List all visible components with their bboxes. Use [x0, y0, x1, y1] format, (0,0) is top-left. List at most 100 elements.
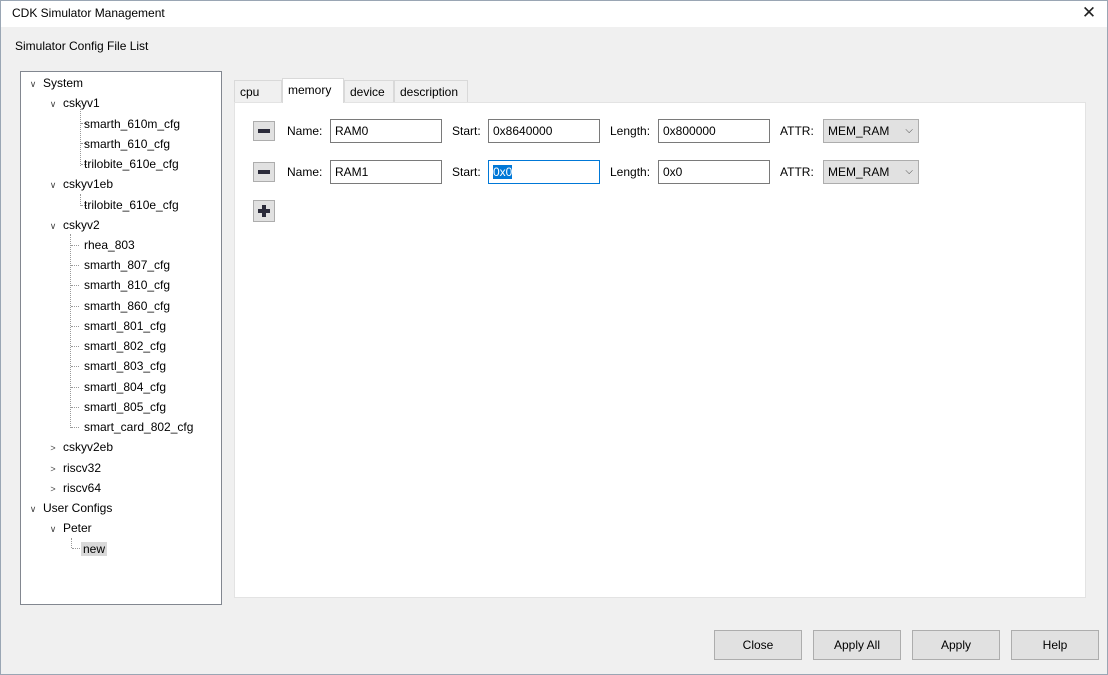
- chevron-down-icon[interactable]: ∨: [47, 176, 59, 194]
- name-label: Name:: [287, 124, 323, 138]
- memory-length-field[interactable]: 0x0: [658, 160, 770, 184]
- name-label: Name:: [287, 165, 323, 179]
- apply-button[interactable]: Apply: [912, 630, 1000, 660]
- memory-attr-value: MEM_RAM: [828, 165, 890, 179]
- tree-connector: [71, 538, 72, 548]
- chevron-down-icon[interactable]: ∨: [27, 500, 39, 518]
- memory-name-field[interactable]: RAM1: [330, 160, 442, 184]
- tree-item-config[interactable]: smarth_810_cfg: [82, 276, 172, 294]
- tree-item-label: cskyv1eb: [63, 177, 114, 191]
- chevron-right-icon[interactable]: >: [47, 460, 59, 478]
- tree-connector: [71, 407, 79, 408]
- tree-item-config[interactable]: smartl_804_cfg: [82, 378, 168, 396]
- length-label: Length:: [610, 165, 651, 179]
- tree-item-config[interactable]: smarth_610m_cfg: [82, 115, 182, 133]
- tree-item-label: smarth_807_cfg: [84, 258, 171, 272]
- tree-item-new[interactable]: new: [81, 540, 108, 558]
- tree-item-label: riscv32: [63, 461, 102, 475]
- tree-item-label: cskyv1: [63, 96, 100, 110]
- tree-connector: [71, 326, 79, 327]
- tree-item-label: smarth_610m_cfg: [84, 117, 181, 131]
- tree-item-label: smarth_610_cfg: [84, 137, 171, 151]
- tree-item-riscv32[interactable]: > riscv32: [47, 459, 103, 477]
- tree-item-config[interactable]: smart_card_802_cfg: [82, 418, 195, 436]
- tree-item-label: trilobite_610e_cfg: [84, 198, 179, 212]
- add-memory-button[interactable]: [253, 200, 275, 222]
- tree-item-cskyv2eb[interactable]: > cskyv2eb: [47, 438, 115, 456]
- chevron-down-icon: ⌵: [905, 125, 913, 136]
- tree-connector: [71, 387, 79, 388]
- close-button[interactable]: Close: [714, 630, 802, 660]
- remove-memory-button[interactable]: [253, 162, 275, 182]
- tree-item-riscv64[interactable]: > riscv64: [47, 479, 103, 497]
- tree-connector: [80, 103, 81, 166]
- memory-start-field[interactable]: 0x8640000: [488, 119, 600, 143]
- tree-item-config[interactable]: smartl_803_cfg: [82, 357, 168, 375]
- tree-item-label: smartl_802_cfg: [84, 339, 167, 353]
- tree-item-system[interactable]: ∨ System: [27, 74, 85, 92]
- tree-item-config[interactable]: smarth_807_cfg: [82, 256, 172, 274]
- length-label: Length:: [610, 124, 651, 138]
- remove-memory-button[interactable]: [253, 121, 275, 141]
- tree-item-label: System: [43, 76, 84, 90]
- simulator-management-window: CDK Simulator Management ✕ Simulator Con…: [0, 0, 1108, 675]
- tree-connector: [72, 548, 80, 549]
- memory-attr-select[interactable]: MEM_RAM ⌵: [823, 160, 919, 184]
- chevron-down-icon[interactable]: ∨: [47, 217, 59, 235]
- start-label: Start:: [452, 165, 481, 179]
- config-list-label: Simulator Config File List: [15, 39, 149, 53]
- tree-item-config[interactable]: rhea_803: [82, 236, 137, 254]
- window-title: CDK Simulator Management: [12, 6, 165, 20]
- memory-length-field[interactable]: 0x800000: [658, 119, 770, 143]
- tree-connector: [71, 366, 79, 367]
- chevron-down-icon: ⌵: [905, 166, 913, 177]
- tree-item-label: cskyv2eb: [63, 440, 114, 454]
- chevron-right-icon[interactable]: >: [47, 480, 59, 498]
- attr-label: ATTR:: [780, 165, 814, 179]
- tree-item-config[interactable]: smarth_860_cfg: [82, 297, 172, 315]
- tab-description[interactable]: description: [394, 80, 468, 102]
- tree-item-config[interactable]: smarth_610_cfg: [82, 135, 172, 153]
- chevron-down-icon[interactable]: ∨: [47, 95, 59, 113]
- tree-item-label: smartl_801_cfg: [84, 319, 167, 333]
- tree-item-label: new: [81, 542, 108, 556]
- tab-memory[interactable]: memory: [282, 78, 344, 103]
- tree-item-label: smarth_810_cfg: [84, 278, 171, 292]
- tree-item-label: smartl_804_cfg: [84, 380, 167, 394]
- config-tree[interactable]: ∨ System ∨ cskyv1 smarth_610m_cfg smarth_6…: [20, 71, 222, 605]
- apply-all-button[interactable]: Apply All: [813, 630, 901, 660]
- selected-text: 0x0: [493, 165, 513, 179]
- close-icon[interactable]: ✕: [1077, 2, 1101, 24]
- tree-item-cskyv1[interactable]: ∨ cskyv1: [47, 94, 102, 112]
- tab-cpu[interactable]: cpu: [234, 80, 282, 102]
- tree-item-label: smarth_860_cfg: [84, 299, 171, 313]
- tree-item-user-configs[interactable]: ∨ User Configs: [27, 499, 114, 517]
- tree-item-peter[interactable]: ∨ Peter: [47, 519, 94, 537]
- chevron-down-icon[interactable]: ∨: [47, 520, 59, 538]
- tree-connector: [71, 265, 79, 266]
- tree-item-cskyv1eb[interactable]: ∨ cskyv1eb: [47, 175, 115, 193]
- tree-item-cskyv2[interactable]: ∨ cskyv2: [47, 216, 102, 234]
- tree-item-config[interactable]: smartl_805_cfg: [82, 398, 168, 416]
- tree-connector: [71, 306, 79, 307]
- tree-connector: [71, 427, 79, 428]
- help-button[interactable]: Help: [1011, 630, 1099, 660]
- tree-item-config[interactable]: trilobite_610e_cfg: [82, 196, 181, 214]
- memory-start-field[interactable]: 0x0: [488, 160, 600, 184]
- title-bar: CDK Simulator Management ✕: [1, 1, 1107, 27]
- tree-item-label: cskyv2: [63, 218, 100, 232]
- tree-item-config[interactable]: trilobite_610e_cfg: [82, 155, 181, 173]
- tree-item-label: smartl_803_cfg: [84, 359, 167, 373]
- tree-item-config[interactable]: smartl_802_cfg: [82, 337, 168, 355]
- tree-connector: [71, 346, 79, 347]
- memory-attr-select[interactable]: MEM_RAM ⌵: [823, 119, 919, 143]
- tree-item-config[interactable]: smartl_801_cfg: [82, 317, 168, 335]
- attr-label: ATTR:: [780, 124, 814, 138]
- chevron-right-icon[interactable]: >: [47, 439, 59, 457]
- chevron-down-icon[interactable]: ∨: [27, 75, 39, 93]
- tree-item-label: User Configs: [43, 501, 113, 515]
- tab-device[interactable]: device: [344, 80, 394, 102]
- tree-item-label: smartl_805_cfg: [84, 400, 167, 414]
- memory-name-field[interactable]: RAM0: [330, 119, 442, 143]
- tree-item-label: Peter: [63, 521, 92, 535]
